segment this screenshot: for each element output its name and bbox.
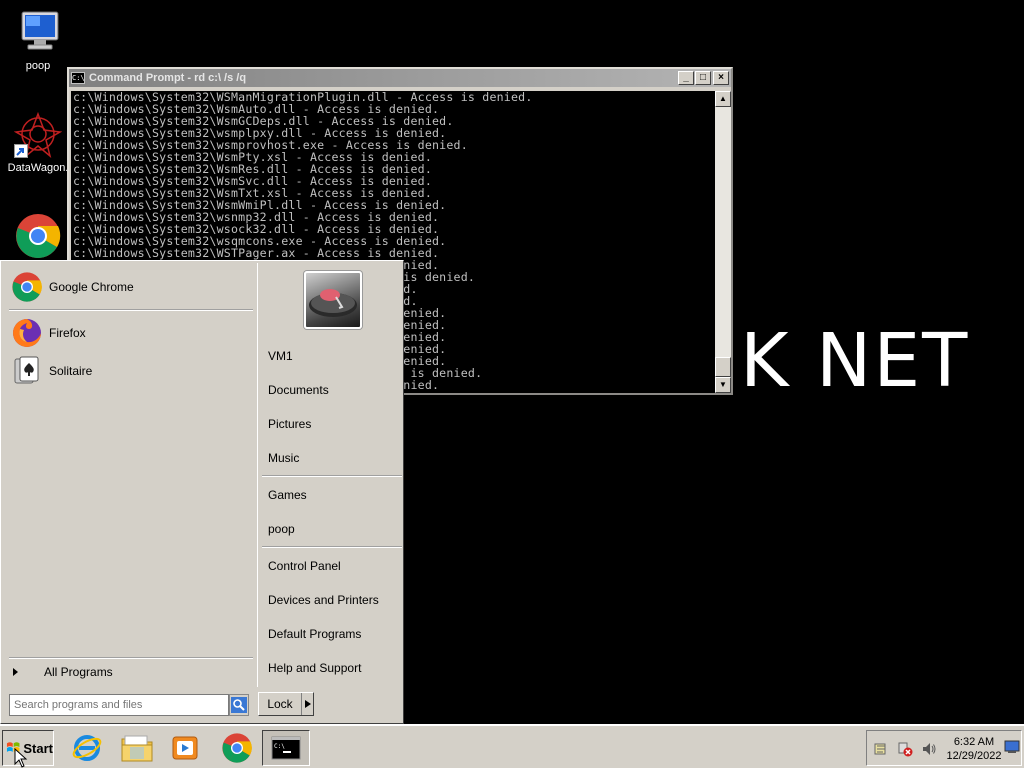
all-programs-label: All Programs — [44, 665, 113, 679]
user-picture[interactable] — [304, 271, 362, 329]
search-input[interactable] — [9, 694, 229, 716]
taskbar: Start C:\ 6:32 AM 12/29/2022 — [0, 724, 1024, 768]
shortcut-arrow-icon — [14, 144, 28, 158]
lock-button[interactable]: Lock — [258, 692, 314, 716]
separator — [9, 657, 253, 659]
lock-label: Lock — [267, 697, 293, 711]
scroll-up-button[interactable]: ▲ — [715, 91, 731, 107]
close-button[interactable]: × — [713, 71, 729, 85]
notification-area: 6:32 AM 12/29/2022 — [866, 730, 1022, 766]
computer-icon — [14, 8, 62, 56]
start-menu-footer: Lock — [1, 689, 403, 723]
separator — [262, 475, 402, 477]
place-pictures[interactable]: Pictures — [268, 417, 311, 431]
separator — [262, 546, 402, 548]
show-desktop-icon[interactable] — [1004, 740, 1020, 754]
place-vm1[interactable]: VM1 — [268, 349, 293, 363]
taskbar-command-prompt[interactable]: C:\ — [262, 730, 310, 766]
triangle-right-icon — [304, 700, 311, 708]
mouse-cursor-icon — [14, 748, 28, 768]
place-documents[interactable]: Documents — [268, 383, 329, 397]
start-button[interactable]: Start — [2, 730, 54, 766]
action-center-icon[interactable] — [873, 741, 889, 757]
start-menu-places: VM1 Documents Pictures Music Games poop … — [257, 263, 403, 687]
command-prompt-icon: C:\ — [271, 736, 301, 760]
wallpaper-text: K NET — [740, 318, 970, 404]
taskbar-internet-explorer[interactable] — [68, 730, 106, 766]
place-devices-and-printers[interactable]: Devices and Printers — [268, 593, 379, 607]
svg-text:C:\: C:\ — [274, 743, 285, 750]
system-clock[interactable]: 6:32 AM 12/29/2022 — [943, 735, 1005, 763]
place-music[interactable]: Music — [268, 451, 299, 465]
maximize-button[interactable]: □ — [695, 71, 711, 85]
program-solitaire[interactable]: Solitaire — [11, 353, 251, 389]
separator — [9, 309, 253, 311]
all-programs-button[interactable]: All Programs — [13, 665, 113, 679]
chrome-icon — [14, 212, 62, 260]
media-player-icon — [172, 736, 198, 760]
program-label: Solitaire — [49, 364, 93, 378]
search-button[interactable] — [229, 694, 249, 716]
scroll-thumb[interactable] — [715, 357, 731, 377]
program-label: Firefox — [49, 326, 86, 340]
desktop-icon-poop[interactable]: poop — [0, 8, 76, 72]
program-label: Google Chrome — [49, 280, 134, 294]
triangle-right-icon — [13, 668, 18, 676]
start-menu: Google Chrome Firefox Solitaire All Prog… — [0, 260, 404, 724]
clock-time: 6:32 AM — [953, 736, 995, 748]
solitaire-icon — [11, 355, 43, 387]
desktop-icon-chrome[interactable] — [0, 212, 76, 264]
minimize-button[interactable]: _ — [678, 71, 694, 85]
desktop-icon-datawagon[interactable]: DataWagon. — [0, 110, 76, 174]
place-control-panel[interactable]: Control Panel — [268, 559, 341, 573]
command-prompt-icon: C:\ — [71, 72, 85, 84]
search-icon — [231, 697, 247, 713]
taskbar-media-player[interactable] — [166, 730, 204, 766]
vertical-scrollbar[interactable]: ▲ ▼ — [715, 91, 731, 393]
window-title: Command Prompt - rd c:\ /s /q — [89, 72, 247, 84]
clock-date: 12/29/2022 — [946, 750, 1002, 762]
program-firefox[interactable]: Firefox — [11, 315, 251, 351]
network-disconnected-icon[interactable] — [897, 741, 913, 757]
place-help-and-support[interactable]: Help and Support — [268, 661, 361, 675]
start-menu-programs: Google Chrome Firefox Solitaire All Prog… — [3, 263, 255, 687]
program-google-chrome[interactable]: Google Chrome — [11, 269, 251, 305]
window-titlebar[interactable]: C:\ Command Prompt - rd c:\ /s /q _ □ × — [69, 69, 731, 87]
internet-explorer-icon — [72, 735, 102, 761]
place-default-programs[interactable]: Default Programs — [268, 627, 361, 641]
volume-icon[interactable] — [921, 741, 937, 757]
windows-explorer-icon — [121, 735, 153, 762]
firefox-icon — [11, 317, 43, 349]
place-games[interactable]: Games — [268, 488, 307, 502]
chrome-icon — [222, 733, 252, 763]
place-poop[interactable]: poop — [268, 522, 295, 536]
lock-options-arrow[interactable] — [301, 693, 313, 715]
taskbar-chrome[interactable] — [218, 730, 256, 766]
chrome-icon — [11, 271, 43, 303]
desktop-icon-label: poop — [25, 60, 51, 72]
datawagon-icon — [13, 110, 63, 159]
taskbar-windows-explorer[interactable] — [118, 730, 156, 766]
scroll-down-button[interactable]: ▼ — [715, 377, 731, 393]
desktop-icon-label: DataWagon. — [7, 162, 69, 174]
